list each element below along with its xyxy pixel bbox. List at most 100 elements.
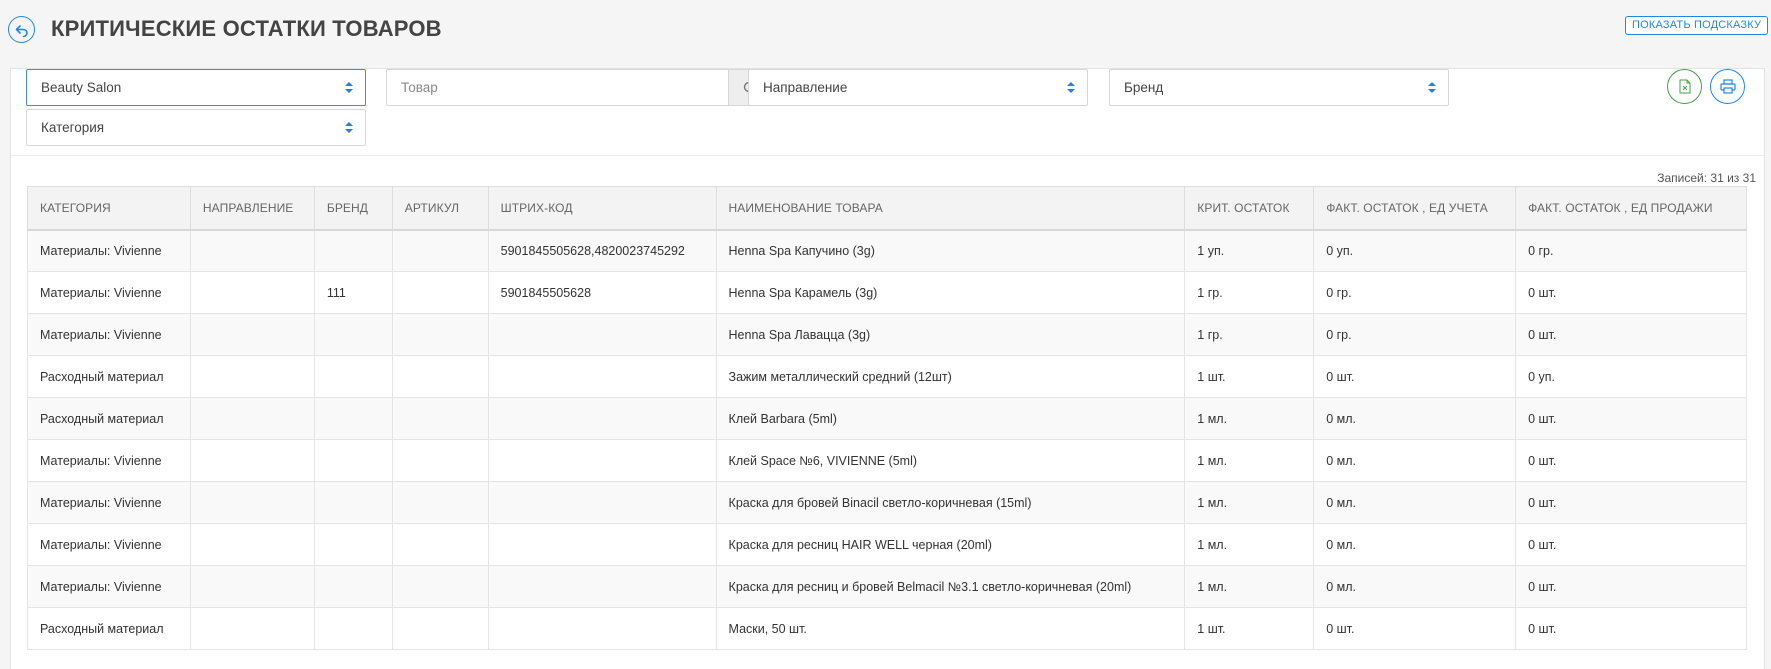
cell-barcode: 5901845505628 <box>487 271 717 314</box>
cell-actual-stock-sale: 0 шт. <box>1515 397 1747 440</box>
cell-barcode <box>487 355 717 398</box>
cell-direction <box>189 565 315 608</box>
cell-barcode <box>487 439 717 482</box>
cell-brand <box>313 607 393 650</box>
cell-article <box>391 565 489 608</box>
cell-actual-stock-sale: 0 шт. <box>1515 271 1747 314</box>
sort-arrows-icon <box>1067 82 1075 94</box>
table-row[interactable]: Материалы: Vivienne 111 5901845505628 Henna… <box>27 271 1747 314</box>
cell-actual-stock-accounting: 0 гр. <box>1313 313 1517 356</box>
cell-direction <box>189 229 315 272</box>
product-search <box>386 69 771 106</box>
cell-critical-stock: 1 мл. <box>1184 397 1315 440</box>
column-header-actual-stock-accounting[interactable]: ФАКТ. ОСТАТОК , ЕД УЧЕТА <box>1313 186 1517 231</box>
cell-critical-stock: 1 мл. <box>1184 523 1315 566</box>
cell-article <box>391 313 489 356</box>
category-select[interactable]: Категория <box>26 109 366 146</box>
sort-arrows-icon <box>1428 82 1436 94</box>
cell-barcode <box>487 313 717 356</box>
table-row[interactable]: Расходный материал Зажим металлический ср… <box>27 355 1747 398</box>
cell-brand <box>313 523 393 566</box>
cell-actual-stock-accounting: 0 гр. <box>1313 271 1517 314</box>
critical-stock-table: КАТЕГОРИЯ НАПРАВЛЕНИЕ БРЕНД АРТИКУЛ ШТРИ… <box>27 186 1747 650</box>
cell-barcode <box>487 523 717 566</box>
cell-actual-stock-sale: 0 шт. <box>1515 481 1747 524</box>
sort-arrows-icon <box>345 122 353 134</box>
export-excel-button[interactable] <box>1667 69 1702 104</box>
cell-brand <box>313 355 393 398</box>
cell-critical-stock: 1 уп. <box>1184 229 1315 272</box>
cell-product-name: Клей Space №6, VIVIENNE (5ml) <box>715 439 1186 482</box>
cell-barcode <box>487 481 717 524</box>
table-row[interactable]: Материалы: Vivienne Henna Spa Лавацца (3g… <box>27 313 1747 356</box>
cell-actual-stock-accounting: 0 мл. <box>1313 481 1517 524</box>
cell-category: Материалы: Vivienne <box>27 481 191 524</box>
cell-article <box>391 523 489 566</box>
cell-direction <box>189 355 315 398</box>
brand-select-value: Бренд <box>1124 80 1164 95</box>
cell-brand <box>313 565 393 608</box>
cell-article <box>391 607 489 650</box>
cell-article <box>391 397 489 440</box>
brand-select[interactable]: Бренд <box>1109 69 1449 106</box>
cell-product-name: Henna Spa Лавацца (3g) <box>715 313 1186 356</box>
cell-critical-stock: 1 мл. <box>1184 439 1315 482</box>
column-header-product-name[interactable]: НАИМЕНОВАНИЕ ТОВАРА <box>715 186 1186 231</box>
page-header: КРИТИЧЕСКИЕ ОСТАТКИ ТОВАРОВ ПОКАЗАТЬ ПОД… <box>0 0 1771 60</box>
column-header-brand[interactable]: БРЕНД <box>313 186 393 231</box>
excel-file-icon <box>1679 79 1690 94</box>
filters-divider <box>11 155 1764 156</box>
table-row[interactable]: Расходный материал Маски, 50 шт. 1 шт. 0 шт… <box>27 607 1747 650</box>
cell-article <box>391 229 489 272</box>
table-row[interactable]: Материалы: Vivienne Краска для бровей Bin… <box>27 481 1747 524</box>
cell-direction <box>189 397 315 440</box>
sort-arrows-icon <box>345 82 353 94</box>
cell-product-name: Henna Spa Капучино (3g) <box>715 229 1186 272</box>
cell-product-name: Маски, 50 шт. <box>715 607 1186 650</box>
table-row[interactable]: Расходный материал Клей Barbara (5ml) 1 мл… <box>27 397 1747 440</box>
cell-actual-stock-sale: 0 шт. <box>1515 313 1747 356</box>
cell-product-name: Краска для ресниц HAIR WELL черная (20ml… <box>715 523 1186 566</box>
cell-direction <box>189 439 315 482</box>
cell-category: Материалы: Vivienne <box>27 439 191 482</box>
column-header-article[interactable]: АРТИКУЛ <box>391 186 489 231</box>
cell-critical-stock: 1 мл. <box>1184 565 1315 608</box>
cell-actual-stock-accounting: 0 мл. <box>1313 397 1517 440</box>
cell-category: Материалы: Vivienne <box>27 271 191 314</box>
table-row[interactable]: Материалы: Vivienne 5901845505628,4820023… <box>27 229 1747 272</box>
cell-brand <box>313 397 393 440</box>
show-hint-button[interactable]: ПОКАЗАТЬ ПОДСКАЗКУ <box>1625 16 1769 35</box>
page-title: КРИТИЧЕСКИЕ ОСТАТКИ ТОВАРОВ <box>51 16 442 41</box>
table-row[interactable]: Материалы: Vivienne Краска для ресниц HAI… <box>27 523 1747 566</box>
cell-product-name: Клей Barbara (5ml) <box>715 397 1186 440</box>
cell-barcode: 5901845505628,4820023745292 <box>487 229 717 272</box>
table-header-row: КАТЕГОРИЯ НАПРАВЛЕНИЕ БРЕНД АРТИКУЛ ШТРИ… <box>27 186 1747 231</box>
cell-product-name: Краска для ресниц и бровей Belmacil №3.1… <box>715 565 1186 608</box>
direction-select[interactable]: Направление <box>748 69 1088 106</box>
back-button[interactable] <box>8 16 35 43</box>
cell-category: Материалы: Vivienne <box>27 313 191 356</box>
column-header-barcode[interactable]: ШТРИХ-КОД <box>487 186 717 231</box>
cell-brand <box>313 439 393 482</box>
cell-brand <box>313 481 393 524</box>
column-header-category[interactable]: КАТЕГОРИЯ <box>27 186 191 231</box>
cell-brand <box>313 229 393 272</box>
table-row[interactable]: Материалы: Vivienne Краска для ресниц и б… <box>27 565 1747 608</box>
cell-barcode <box>487 397 717 440</box>
salon-select[interactable]: Beauty Salon <box>26 69 366 106</box>
cell-category: Материалы: Vivienne <box>27 229 191 272</box>
print-button[interactable] <box>1710 69 1745 104</box>
column-header-actual-stock-sale[interactable]: ФАКТ. ОСТАТОК , ЕД ПРОДАЖИ <box>1515 186 1747 231</box>
cell-direction <box>189 481 315 524</box>
cell-actual-stock-sale: 0 шт. <box>1515 439 1747 482</box>
cell-direction <box>189 271 315 314</box>
cell-category: Расходный материал <box>27 607 191 650</box>
cell-category: Материалы: Vivienne <box>27 523 191 566</box>
cell-barcode <box>487 607 717 650</box>
column-header-direction[interactable]: НАПРАВЛЕНИЕ <box>189 186 315 231</box>
product-search-input[interactable] <box>387 70 728 105</box>
column-header-critical-stock[interactable]: КРИТ. ОСТАТОК <box>1184 186 1315 231</box>
table-row[interactable]: Материалы: Vivienne Клей Space №6, VIVIEN… <box>27 439 1747 482</box>
back-arrow-icon <box>15 24 28 37</box>
table-body: Материалы: Vivienne 5901845505628,4820023… <box>27 229 1747 650</box>
